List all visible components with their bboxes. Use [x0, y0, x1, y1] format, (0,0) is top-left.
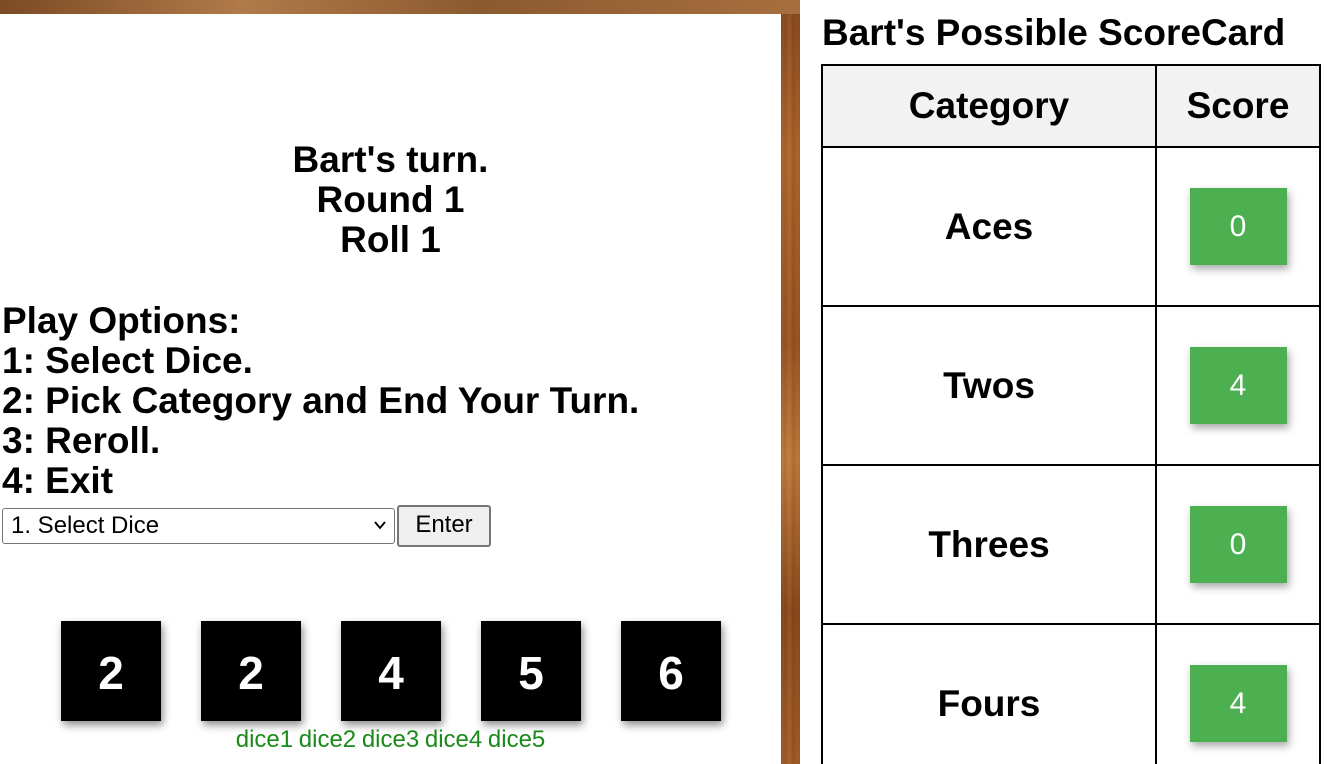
table-row: Threes 0	[821, 464, 1321, 625]
option-select-dice: 1: Select Dice.	[2, 340, 253, 381]
round-text: Round 1	[316, 179, 465, 220]
enter-button[interactable]: Enter	[397, 505, 491, 547]
score-cell: 0	[1155, 464, 1321, 625]
scorecard-title: Bart's Possible ScoreCard	[822, 12, 1286, 53]
option-select[interactable]: 1. Select Dice	[2, 508, 395, 544]
dice-label-2: dice2	[298, 726, 357, 753]
turn-status: Bart's turn. Round 1 Roll 1	[0, 140, 781, 260]
dice-label-1: dice1	[235, 726, 294, 753]
option-pick-category: 2: Pick Category and End Your Turn.	[2, 380, 640, 421]
turn-text: Bart's turn.	[292, 139, 489, 180]
scorecard-table: Category Score Aces 0 Twos 4 Threes 0 Fo…	[821, 64, 1321, 764]
category-header: Category	[821, 64, 1157, 148]
scorecard-header-row: Category Score	[821, 64, 1321, 148]
roll-text: Roll 1	[340, 219, 441, 260]
game-panel: Bart's turn. Round 1 Roll 1 Play Options…	[0, 14, 781, 764]
table-row: Fours 4	[821, 623, 1321, 764]
scorecard-panel: Bart's Possible ScoreCard Category Score…	[800, 0, 1327, 764]
score-button-aces[interactable]: 0	[1189, 188, 1287, 265]
score-button-twos[interactable]: 4	[1189, 347, 1287, 424]
play-options-heading: Play Options:	[2, 300, 241, 341]
die-3[interactable]: 4	[341, 621, 441, 721]
option-reroll: 3: Reroll.	[2, 420, 161, 461]
dice-label-4: dice4	[424, 726, 483, 753]
dice-labels: dice1 dice2 dice3 dice4 dice5	[0, 726, 781, 754]
dice-label-3: dice3	[361, 726, 420, 753]
score-header: Score	[1155, 64, 1321, 148]
die-4[interactable]: 5	[481, 621, 581, 721]
category-fours: Fours	[821, 623, 1157, 764]
option-exit: 4: Exit	[2, 460, 114, 501]
option-select-value: 1. Select Dice	[11, 512, 160, 539]
category-threes: Threes	[821, 464, 1157, 625]
chevron-down-icon	[374, 521, 386, 530]
score-button-threes[interactable]: 0	[1189, 506, 1287, 583]
table-row: Aces 0	[821, 146, 1321, 307]
die-1[interactable]: 2	[61, 621, 161, 721]
score-cell: 4	[1155, 623, 1321, 764]
category-aces: Aces	[821, 146, 1157, 307]
table-row: Twos 4	[821, 305, 1321, 466]
die-2[interactable]: 2	[201, 621, 301, 721]
score-button-fours[interactable]: 4	[1189, 665, 1287, 742]
play-options: Play Options: 1: Select Dice. 2: Pick Ca…	[2, 301, 639, 501]
wood-background-strip	[0, 0, 800, 14]
category-twos: Twos	[821, 305, 1157, 466]
option-controls: 1. Select Dice Enter	[2, 505, 491, 547]
score-cell: 0	[1155, 146, 1321, 307]
score-cell: 4	[1155, 305, 1321, 466]
die-5[interactable]: 6	[621, 621, 721, 721]
dice-label-5: dice5	[487, 726, 546, 753]
